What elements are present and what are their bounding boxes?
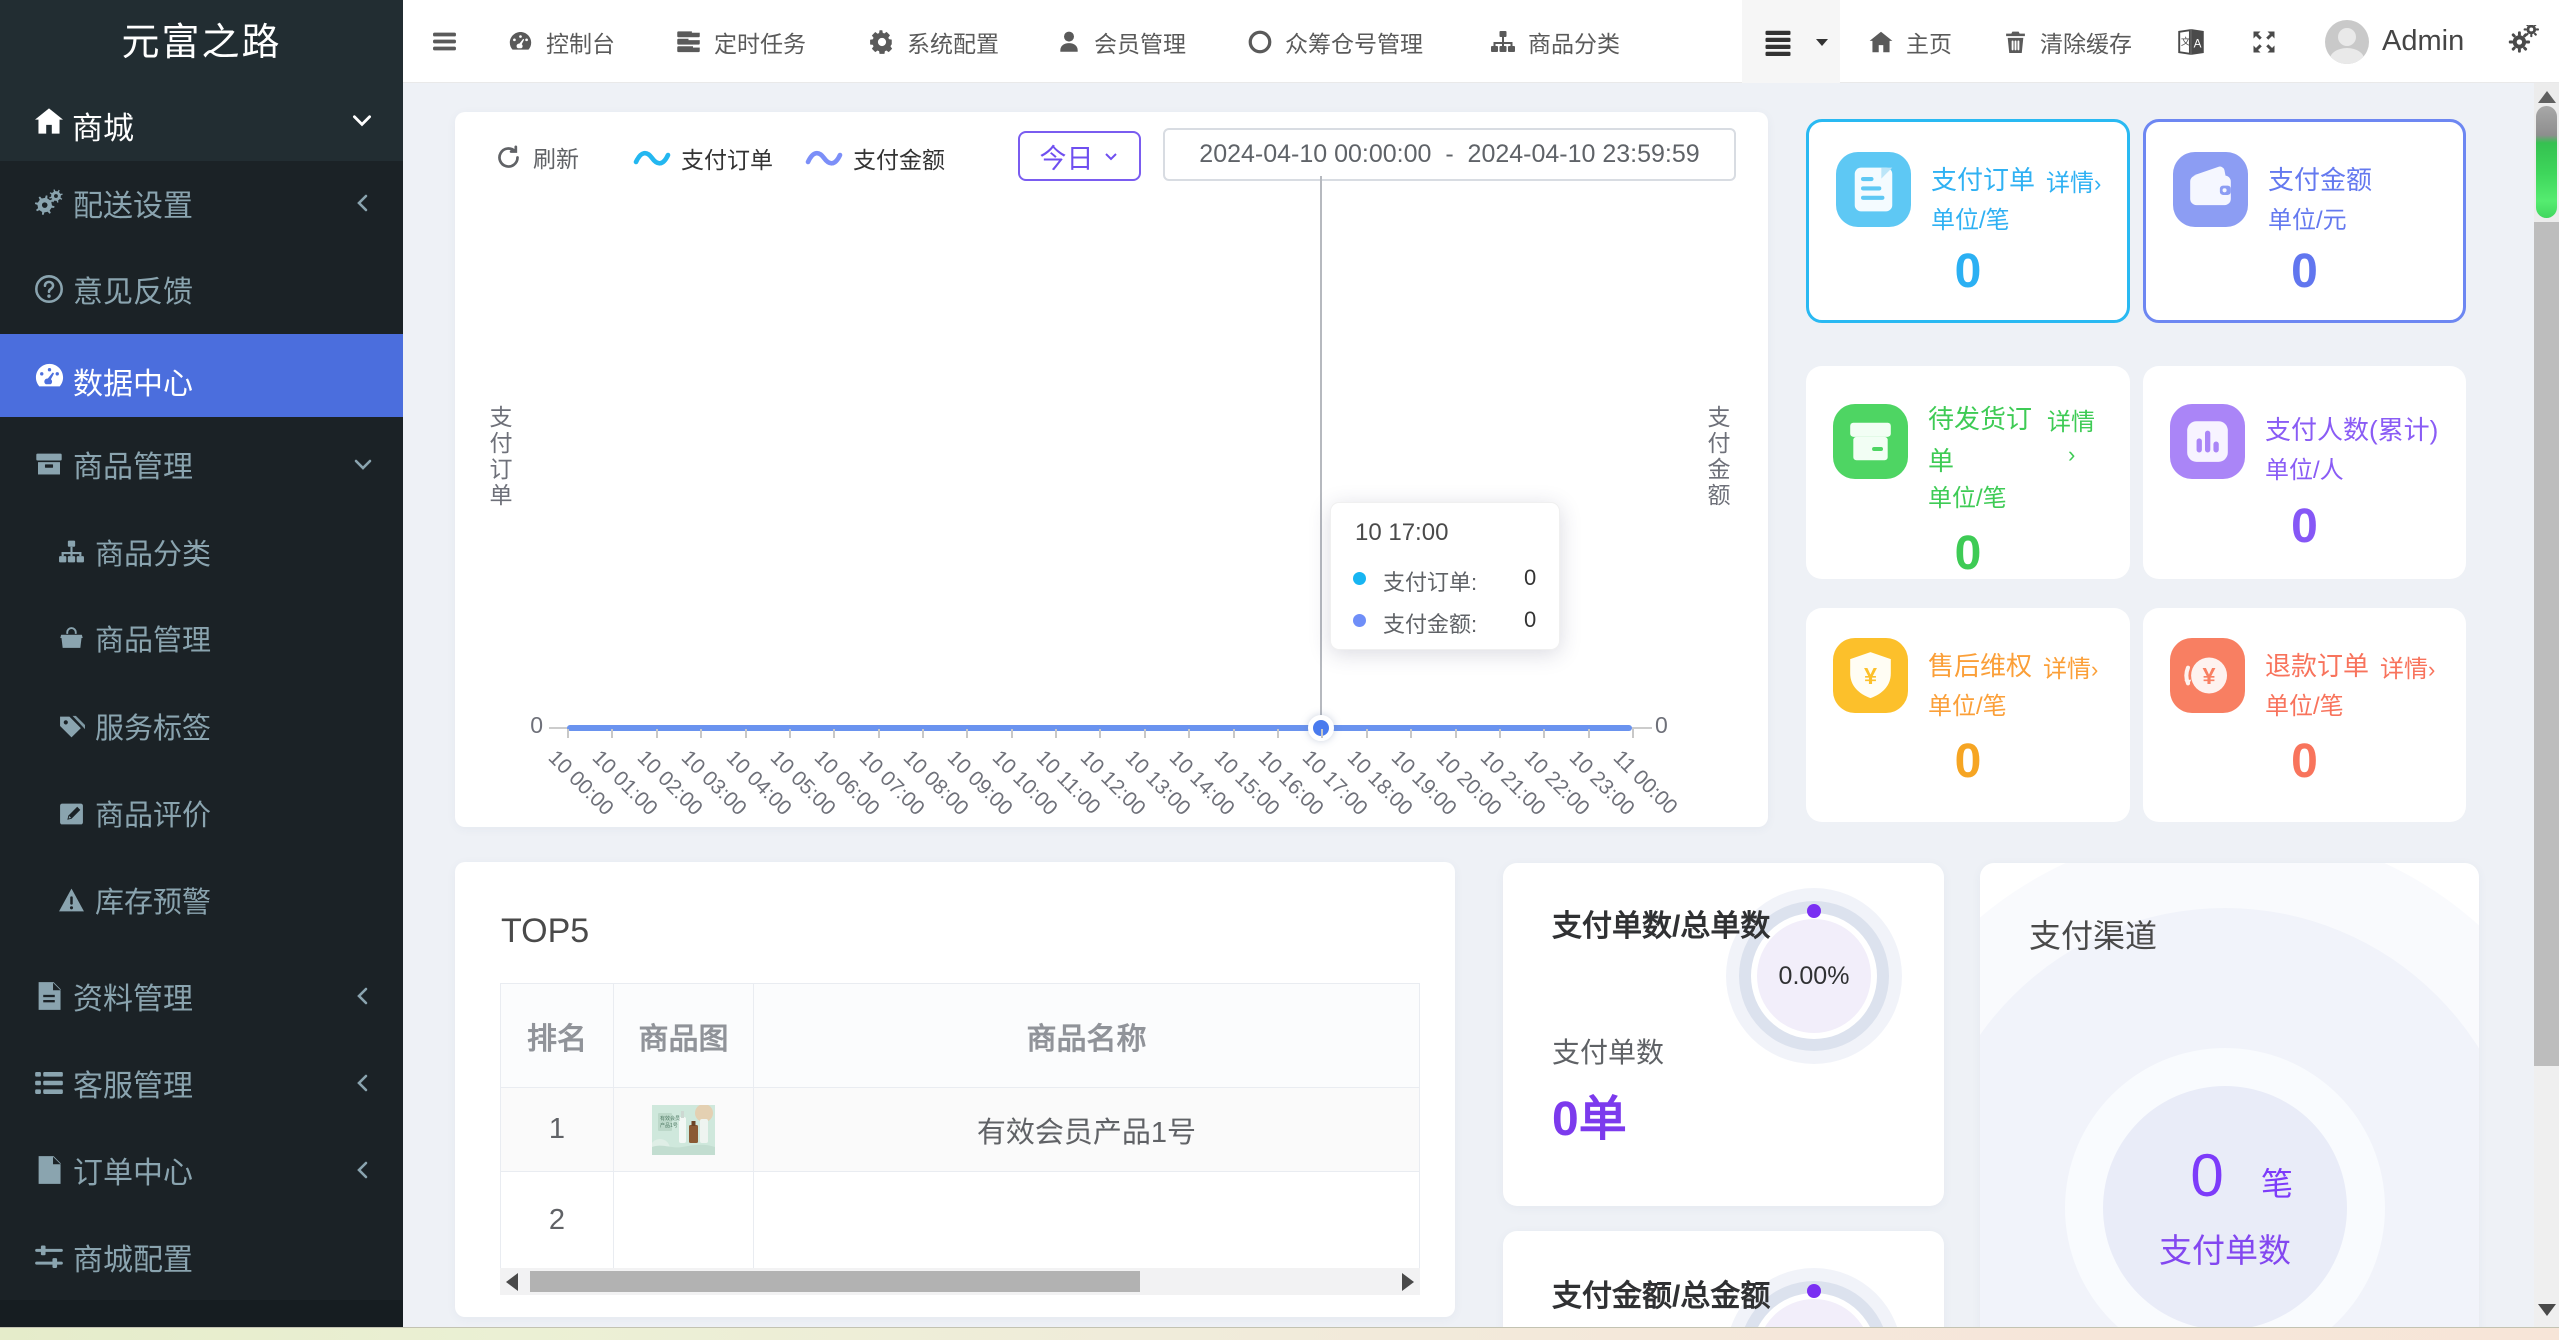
svg-text:¥: ¥ bbox=[2203, 663, 2216, 689]
svg-text:有效会员: 有效会员 bbox=[660, 1115, 680, 1122]
svg-text:¥: ¥ bbox=[1864, 663, 1877, 689]
svg-text:产品1号: 产品1号 bbox=[660, 1122, 678, 1129]
svg-text:文: 文 bbox=[2181, 36, 2191, 48]
svg-text:A: A bbox=[2194, 37, 2202, 50]
